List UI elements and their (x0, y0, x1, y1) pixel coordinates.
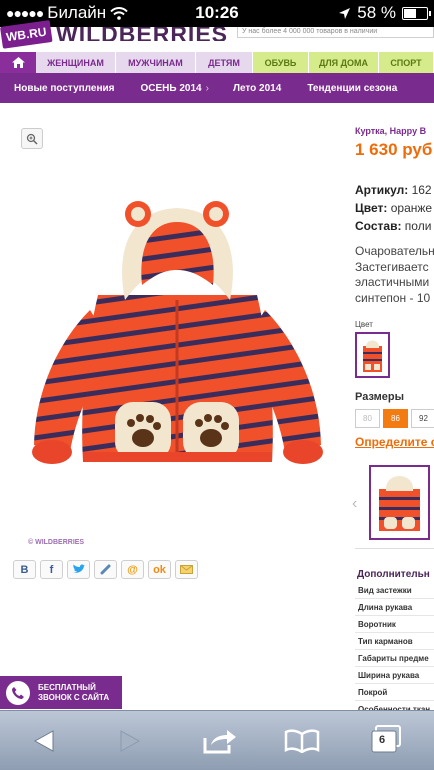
article-row: Артикул: 162 (355, 183, 432, 197)
free-call-line2: ЗВОНОК С САЙТА (38, 692, 110, 702)
magnifier-icon (26, 133, 38, 145)
spec-row: Габариты предме (355, 650, 434, 667)
twitter-icon[interactable] (67, 560, 90, 579)
tab-kids[interactable]: ДЕТЯМ (196, 52, 253, 73)
tab-sport[interactable]: СПОРТ (379, 52, 434, 73)
spec-row: Покрой (355, 684, 434, 701)
mailru-icon[interactable]: @ (121, 560, 144, 579)
composition-label: Состав: (355, 219, 402, 233)
back-button[interactable] (28, 725, 60, 757)
size-option[interactable]: 80 (355, 409, 380, 428)
watermark: © WILDBERRIES (28, 539, 85, 546)
book-icon (284, 729, 320, 753)
tab-women[interactable]: ЖЕНЩИНАМ (36, 52, 116, 73)
search-hint[interactable]: У нас более 4 000 000 товаров в наличии (237, 27, 434, 38)
back-arrow-icon (33, 730, 54, 752)
divider (355, 548, 434, 549)
bookmarks-button[interactable] (282, 725, 322, 757)
email-icon[interactable] (175, 560, 198, 579)
chevron-right-icon: › (205, 82, 209, 94)
color-section-label: Цвет (355, 320, 373, 329)
sub-nav: Новые поступления ОСЕНЬ 2014 › Лето 2014… (0, 73, 434, 103)
size-option-selected[interactable]: 86 (383, 409, 408, 428)
main-nav: ЖЕНЩИНАМ МУЖЧИНАМ ДЕТЯМ ОБУВЬ ДЛЯ ДОМА С… (0, 52, 434, 73)
status-bar: ●●●●● Билайн 10:26 58 % (0, 0, 434, 27)
tab-home[interactable]: ДЛЯ ДОМА (309, 52, 379, 73)
vk-icon[interactable]: B (13, 560, 36, 579)
share-icon (203, 730, 236, 754)
free-call-label: БЕСПЛАТНЫЙ ЗВОНОК С САЙТА (38, 683, 109, 703)
share-action-button[interactable] (200, 725, 240, 757)
forward-button[interactable] (114, 725, 146, 757)
color-swatch[interactable] (355, 332, 390, 378)
color-label: Цвет: (355, 201, 388, 215)
battery-icon (402, 6, 431, 20)
description-line: Очаровательн (355, 244, 434, 258)
free-call-line1: БЕСПЛАТНЫЙ (38, 682, 96, 692)
spec-row: Длина рукава (355, 599, 434, 616)
facebook-icon[interactable]: f (40, 560, 63, 579)
description-line: Застегиваетс (355, 259, 429, 274)
description-line: синтепон - 10 (355, 290, 431, 305)
jacket-thumbnail-icon (379, 476, 420, 531)
product-thumbnail[interactable] (369, 465, 430, 540)
product-description: Очаровательн Застегиваетс эластичными си… (355, 244, 434, 306)
spec-row: Тип карманов (355, 633, 434, 650)
article-label: Артикул: (355, 183, 409, 197)
subnav-summer[interactable]: Лето 2014 (233, 83, 281, 94)
free-call-button[interactable]: БЕСПЛАТНЫЙ ЗВОНОК С САЙТА (0, 676, 122, 709)
product-title: Куртка, Happy B (355, 126, 427, 136)
home-button[interactable] (0, 52, 36, 73)
page: { "status_bar": { "carrier": "Билайн", "… (0, 0, 434, 770)
description-line: эластичными (355, 275, 430, 289)
subnav-autumn[interactable]: ОСЕНЬ 2014 (141, 83, 202, 94)
product-price: 1 630 руб (355, 140, 433, 159)
color-value: оранже (390, 201, 433, 215)
forward-arrow-icon (120, 730, 141, 752)
spec-row: Воротник (355, 616, 434, 633)
share-buttons: B f @ ok (13, 560, 198, 579)
chevron-left-icon[interactable]: ‹ (352, 495, 357, 513)
browser-toolbar: 6 (0, 710, 434, 770)
sizes-label: Размеры (355, 391, 405, 403)
tab-men[interactable]: МУЖЧИНАМ (116, 52, 196, 73)
composition-row: Состав: поли (355, 219, 431, 233)
livejournal-icon[interactable] (94, 560, 117, 579)
phone-icon (6, 680, 30, 705)
product-image[interactable] (20, 190, 335, 475)
subnav-trends[interactable]: Тенденции сезона (307, 83, 397, 94)
home-icon (11, 57, 25, 68)
battery-percent: 58 % (357, 3, 396, 22)
battery-fill (404, 8, 417, 18)
spec-row: Ширина рукава (355, 667, 434, 684)
spec-row: Вид застежки (355, 582, 434, 599)
composition-value: поли (404, 219, 432, 233)
determine-size-link[interactable]: Определите с (355, 435, 434, 449)
tabs-icon (371, 725, 401, 753)
jacket-thumbnail-icon (363, 340, 382, 372)
size-option[interactable]: 92 (411, 409, 434, 428)
subnav-new[interactable]: Новые поступления (14, 83, 115, 94)
odnoklassniki-icon[interactable]: ok (148, 560, 171, 579)
tab-shoes[interactable]: ОБУВЬ (253, 52, 309, 73)
tabs-count: 6 (379, 734, 386, 746)
article-value: 162 (411, 183, 432, 197)
color-row: Цвет: оранже (355, 201, 432, 215)
site-logo[interactable]: WILDBERRIES (56, 27, 228, 41)
location-icon (339, 7, 351, 19)
spec-table: Вид застежки Длина рукава Воротник Тип к… (355, 582, 434, 718)
size-selector: 80 86 92 (355, 409, 434, 428)
extra-info-title: Дополнительн (357, 569, 430, 580)
zoom-button[interactable] (21, 128, 43, 149)
tabs-button[interactable]: 6 (369, 725, 405, 757)
